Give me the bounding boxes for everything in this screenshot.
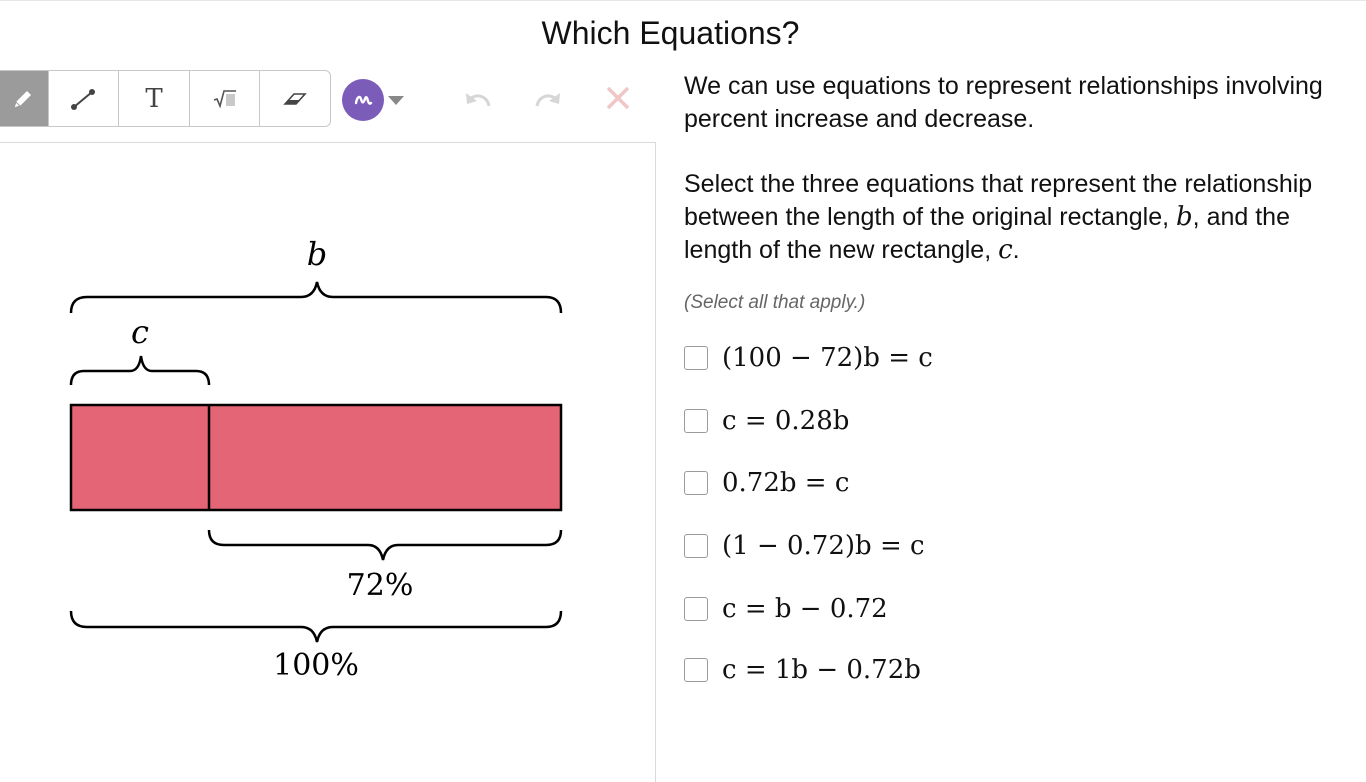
ink-color-button[interactable]	[342, 79, 384, 121]
color-dropdown-caret[interactable]	[387, 93, 405, 111]
clear-button[interactable]	[605, 85, 631, 116]
tool-group: T	[0, 70, 331, 127]
pencil-icon	[13, 90, 32, 109]
option-4-equation: (1 − 0.72)b = c	[722, 531, 925, 561]
option-2-checkbox[interactable]	[684, 409, 708, 433]
close-icon	[606, 86, 630, 110]
drawing-canvas[interactable]: b c 72% 100%	[0, 142, 656, 782]
option-5[interactable]: c = b − 0.72	[684, 589, 888, 629]
line-icon	[71, 88, 96, 110]
eraser-tool-button[interactable]	[260, 71, 330, 126]
option-6-checkbox[interactable]	[684, 658, 708, 682]
option-2[interactable]: c = 0.28b	[684, 401, 849, 441]
bottom-brace-label: 100%	[273, 648, 359, 683]
small-brace	[69, 355, 211, 386]
variable-b: b	[1176, 202, 1193, 232]
top-divider	[0, 0, 1366, 1]
select-all-hint: (Select all that apply.)	[684, 292, 866, 313]
top-brace	[69, 281, 563, 314]
top-brace-label: b	[307, 235, 327, 273]
bottom-brace	[69, 610, 563, 643]
intro-text: We can use equations to represent relati…	[684, 72, 1323, 133]
undo-button[interactable]	[463, 84, 493, 119]
middle-brace	[207, 529, 563, 561]
option-5-equation: c = b − 0.72	[722, 594, 888, 624]
text-icon: T	[145, 83, 163, 114]
small-brace-label: c	[131, 313, 149, 351]
middle-brace-label: 72%	[347, 568, 414, 603]
option-3-equation: 0.72b = c	[722, 468, 850, 498]
redo-button[interactable]	[533, 84, 563, 119]
option-6-equation: c = 1b − 0.72b	[722, 655, 921, 685]
redo-icon	[535, 93, 560, 107]
math-tool-button[interactable]	[190, 71, 261, 126]
option-4[interactable]: (1 − 0.72)b = c	[684, 526, 925, 566]
option-1[interactable]: (100 − 72)b = c	[684, 338, 933, 378]
option-1-equation: (100 − 72)b = c	[722, 343, 933, 373]
original-rectangle	[69, 403, 563, 512]
option-4-checkbox[interactable]	[684, 534, 708, 558]
ink-icon	[354, 95, 373, 105]
option-5-checkbox[interactable]	[684, 597, 708, 621]
option-6[interactable]: c = 1b − 0.72b	[684, 650, 921, 690]
option-3-checkbox[interactable]	[684, 471, 708, 495]
line-tool-button[interactable]	[49, 71, 120, 126]
chevron-down-icon	[388, 96, 404, 105]
eraser-icon	[283, 92, 308, 105]
percent-diagram: b c 72% 100%	[69, 235, 563, 683]
option-2-equation: c = 0.28b	[722, 406, 850, 436]
page-title: Which Equations?	[541, 15, 800, 51]
option-3[interactable]: 0.72b = c	[684, 463, 849, 503]
math-icon	[213, 89, 236, 108]
question-text-c: .	[1012, 236, 1020, 264]
variable-c: c	[998, 235, 1013, 265]
question-text: Select the three equations that represen…	[684, 168, 1364, 267]
undo-icon	[466, 93, 491, 107]
text-tool-button[interactable]: T	[119, 71, 190, 126]
instructions-panel: We can use equations to represent relati…	[684, 70, 1364, 267]
option-1-checkbox[interactable]	[684, 346, 708, 370]
pencil-tool-button[interactable]	[0, 71, 49, 126]
